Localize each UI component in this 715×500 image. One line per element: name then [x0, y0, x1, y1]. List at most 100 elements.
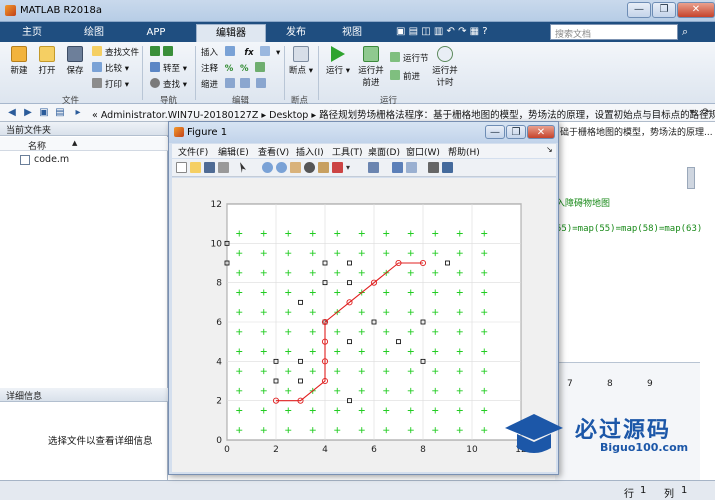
rotate-icon[interactable] — [304, 162, 315, 173]
insert-section-icon — [224, 46, 235, 56]
save-button[interactable]: 保存 — [62, 46, 88, 76]
close-button[interactable]: ✕ — [677, 2, 715, 18]
matlab-logo-icon — [5, 5, 16, 16]
ribbon-separator — [318, 46, 319, 100]
y-tick-label: 2 — [216, 397, 222, 407]
tab-view[interactable]: 视图 — [326, 24, 378, 42]
find-label: 查找 — [163, 80, 181, 90]
comment-label: 注释 — [201, 64, 219, 74]
new-figure-icon[interactable] — [176, 162, 187, 173]
legend-icon[interactable] — [406, 162, 417, 173]
maximize-button[interactable]: ❐ — [652, 2, 676, 18]
figure-canvas[interactable]: 024681012024681012 — [172, 178, 556, 472]
column-number: 8 — [607, 379, 613, 389]
refresh-icon[interactable]: ⟳ — [700, 107, 712, 119]
advance-button[interactable]: 前进 — [390, 70, 420, 82]
figure-minimize-button[interactable]: — — [485, 125, 505, 139]
breakpoints-button[interactable]: 断点 ▾ — [288, 46, 314, 76]
current-path[interactable]: « Administrator.WIN7U-20180127Z ▸ Deskto… — [92, 107, 715, 121]
minimize-button[interactable]: — — [627, 2, 651, 18]
run-section-button[interactable]: 运行节 — [390, 52, 429, 64]
tab-home[interactable]: 主页 — [6, 24, 58, 42]
figure-window[interactable]: Figure 1 — ❐ ✕ 文件(F) 编辑(E) 查看(V) 插入(I) 工… — [168, 121, 559, 475]
pointer-icon[interactable] — [240, 162, 246, 173]
compare-button[interactable]: 比较 ▾ — [92, 62, 129, 74]
show-plot-tools-icon[interactable] — [442, 162, 453, 173]
browse-folder-icon[interactable]: ▤ — [54, 107, 66, 119]
nav-arrows[interactable] — [150, 46, 176, 58]
brush-icon[interactable] — [332, 162, 343, 173]
data-cursor-icon[interactable] — [318, 162, 329, 173]
indent-button[interactable]: 缩进 — [201, 78, 269, 90]
menu-tools[interactable]: 工具(T) — [332, 145, 363, 158]
name-column-header[interactable]: 名称 — [28, 139, 46, 152]
search-input[interactable]: 搜索文档 — [550, 24, 678, 40]
watermark-subtext: Biguo100.com — [600, 441, 689, 454]
ribbon-tabs: 主页 绘图 APP 编辑器 发布 视图 ▣ ▤ ◫ ▥ ↶ ↷ ▦ ? 搜索文档… — [0, 22, 715, 42]
brush-dropdown-icon[interactable]: ▾ — [346, 162, 352, 173]
scrollbar-thumb[interactable] — [687, 167, 695, 189]
menu-dock-icon[interactable]: ↘ — [546, 145, 553, 154]
list-item[interactable]: code.m — [10, 153, 160, 167]
search-icon[interactable]: ⌕ — [682, 25, 688, 39]
path-dropdown-icon[interactable]: ▾ — [686, 107, 698, 119]
run-button[interactable]: 运行 ▾ — [324, 46, 352, 76]
percent-off-icon: % — [239, 64, 249, 74]
goto-icon — [150, 62, 160, 72]
tab-editor[interactable]: 编辑器 — [196, 24, 266, 42]
back-icon[interactable]: ◀ — [6, 107, 18, 119]
insert-button[interactable]: 插入 fx ▾ — [201, 46, 280, 58]
figure-maximize-button[interactable]: ❐ — [506, 125, 526, 139]
sort-arrow-icon[interactable]: ▲ — [72, 139, 77, 147]
colorbar-icon[interactable] — [392, 162, 403, 173]
run-time-button[interactable]: 运行并计时 — [430, 46, 460, 88]
up-folder-icon[interactable]: ▣ — [38, 107, 50, 119]
new-button-label: 新建 — [10, 66, 28, 76]
watermark-text: 必过源码 — [575, 418, 672, 443]
link-plot-icon[interactable] — [368, 162, 379, 173]
app-title: MATLAB R2018a — [20, 5, 103, 16]
pan-icon[interactable] — [290, 162, 301, 173]
zoom-out-icon[interactable] — [276, 162, 287, 173]
quick-access-icons[interactable]: ▣ ▤ ◫ ▥ ↶ ↷ ▦ ? — [396, 26, 488, 37]
menu-view[interactable]: 查看(V) — [258, 145, 289, 158]
menu-desktop[interactable]: 桌面(D) — [368, 145, 400, 158]
figure-menubar: 文件(F) 编辑(E) 查看(V) 插入(I) 工具(T) 桌面(D) 窗口(W… — [172, 144, 556, 158]
run-time-label: 运行并计时 — [432, 66, 458, 88]
menu-edit[interactable]: 编辑(E) — [218, 145, 249, 158]
code-comment-line: 入障碍物地图 — [556, 199, 611, 209]
goto-button[interactable]: 转至 ▾ — [150, 62, 187, 74]
tab-publish[interactable]: 发布 — [270, 24, 322, 42]
figure-close-button[interactable]: ✕ — [527, 125, 555, 139]
menu-insert[interactable]: 插入(I) — [296, 145, 324, 158]
editor-tab-title[interactable]: 础于栅格地图的模型，势场法的原理... — [560, 125, 713, 138]
tab-plots[interactable]: 绘图 — [68, 24, 120, 42]
print-figure-icon[interactable] — [218, 162, 229, 173]
file-list-header: 名称 ▲ — [0, 137, 168, 152]
wrap-comment-icon — [255, 62, 266, 72]
forward-arrow-icon — [163, 46, 173, 56]
zoom-in-icon[interactable] — [262, 162, 273, 173]
find-files-button[interactable]: 查找文件 — [92, 46, 139, 58]
open-file-icon[interactable] — [190, 162, 201, 173]
menu-help[interactable]: 帮助(H) — [448, 145, 480, 158]
find-files-label: 查找文件 — [105, 48, 140, 58]
save-figure-icon[interactable] — [204, 162, 215, 173]
forward-icon[interactable]: ▶ — [22, 107, 34, 119]
m-file-icon — [20, 155, 30, 165]
x-tick-label: 0 — [224, 445, 230, 455]
open-button[interactable]: 打开 — [34, 46, 60, 76]
find-files-icon — [92, 46, 102, 56]
new-button[interactable]: 新建 — [6, 46, 32, 76]
run-advance-button[interactable]: 运行并前进 — [356, 46, 386, 88]
plot-axes[interactable]: 024681012024681012 — [172, 178, 556, 472]
col-label: 列 — [664, 489, 674, 500]
hide-plot-tools-icon[interactable] — [428, 162, 439, 173]
file-name: code.m — [34, 154, 70, 165]
tab-apps[interactable]: APP — [130, 24, 182, 42]
comment-button[interactable]: 注释 % % — [201, 62, 268, 74]
print-button[interactable]: 打印 ▾ — [92, 78, 129, 90]
menu-file[interactable]: 文件(F) — [178, 145, 208, 158]
find-button[interactable]: 查找 ▾ — [150, 78, 187, 90]
menu-window[interactable]: 窗口(W) — [406, 145, 440, 158]
